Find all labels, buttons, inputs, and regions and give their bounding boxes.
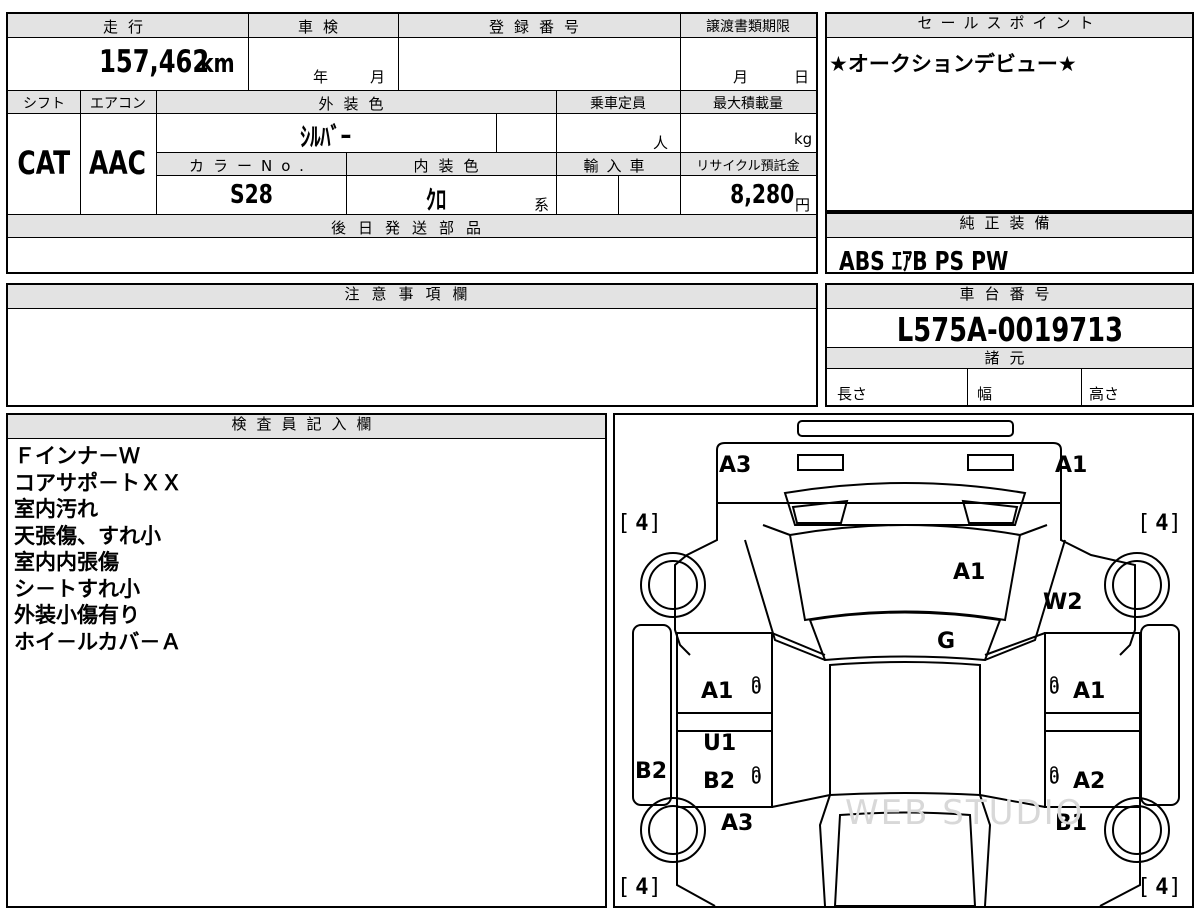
damage-label-front-left-corner: A3 — [719, 453, 752, 478]
header-import: 輸入車 — [583, 157, 653, 175]
inspector-notes: Ｆインナ－Ｗ コアサポ－トＸＸ 室内汚れ 天張傷、すれ小 室内内張傷 シ－トすれ… — [14, 443, 182, 655]
tire-tread-rear-right: [4] — [1137, 875, 1187, 900]
chassis-box: 車台番号 L575A-0019713 諸元 長さ 幅 高さ — [825, 283, 1194, 407]
vehicle-info-grid: 走行 車検 登録番号 譲渡書類期限 157,462km 年 月 月 日 シフト … — [6, 12, 818, 274]
header-later-parts: 後日発送部品 — [330, 219, 493, 237]
right-fog-lamp — [961, 499, 1019, 524]
front-grille-outline — [716, 442, 1062, 504]
damage-label-left-rear-door-a: U1 — [703, 731, 737, 756]
specs-header: 諸元 — [827, 347, 1192, 369]
damage-label-right-fender: W2 — [1043, 590, 1083, 615]
windshield — [808, 611, 1002, 662]
header-inspection: 車検 — [297, 18, 348, 36]
spec-length-label: 長さ — [837, 385, 868, 403]
header-interior-color: 内装色 — [413, 157, 489, 175]
inspection-month-unit: 月 — [370, 68, 386, 86]
header-max-load: 最大積載量 — [713, 96, 783, 112]
header-transfer-deadline: 譲渡書類期限 — [706, 19, 790, 35]
header-color-no: カラーNo. — [189, 157, 313, 175]
header-capacity: 乗車定員 — [590, 96, 646, 112]
left-fender-line — [744, 539, 826, 661]
tire-tread-front-left: [4] — [617, 511, 667, 536]
tire-tread-rear-left: [4] — [617, 875, 667, 900]
aircon-value: AAC — [89, 144, 147, 182]
right-rocker-panel — [1140, 624, 1180, 806]
watermark: WEB STUDIO — [845, 793, 1085, 833]
color-no-value: S28 — [229, 180, 273, 210]
car-diagram-box: [4] [4] [4] [4] A3 A1 A1 G W2 A1 A1 U1 B… — [613, 413, 1194, 908]
inspector-box: 検査員記入欄 Ｆインナ－Ｗ コアサポ－トＸＸ 室内汚れ 天張傷、すれ小 室内内張… — [6, 413, 607, 908]
chassis-number: L575A-0019713 — [896, 310, 1123, 349]
factory-equipment-box: 純正装備 ABS ｴｱB PS PW — [825, 212, 1194, 277]
inspector-note-line: Ｆインナ－Ｗ — [14, 444, 140, 468]
shift-value: CAT — [17, 144, 71, 182]
inspection-year-unit: 年 — [313, 68, 329, 86]
spec-width-label: 幅 — [977, 385, 993, 403]
header-mileage: 走行 — [102, 18, 153, 36]
zero-mark: 0 — [1049, 767, 1060, 788]
recycle-value: 8,280 — [729, 180, 794, 210]
damage-label-front-right-corner: A1 — [1055, 453, 1088, 478]
tire-tread-front-right: [4] — [1137, 511, 1187, 536]
front-bumper-bar — [797, 420, 1014, 437]
right-headlight — [967, 454, 1014, 471]
sales-point-header: セールスポイント — [827, 14, 1192, 38]
left-side-molding — [676, 712, 773, 732]
zero-mark: 0 — [1049, 677, 1060, 698]
deadline-month-unit: 月 — [733, 68, 749, 86]
inspector-header: 検査員記入欄 — [8, 415, 605, 439]
notes-header: 注意事項欄 — [8, 285, 816, 309]
front-left-tire — [640, 552, 706, 618]
left-rear-pillar — [818, 794, 831, 906]
sales-point-box: セールスポイント ★オークションデビュー★ — [825, 12, 1194, 212]
front-left-hub — [648, 560, 698, 610]
damage-label-windshield: G — [937, 629, 956, 654]
rear-left-hub — [648, 805, 698, 855]
hood — [788, 524, 1022, 622]
factory-equipment-value: ABS ｴｱB PS PW — [839, 247, 1009, 277]
damage-label-left-pillar: B2 — [635, 759, 668, 784]
front-right-hub — [1112, 560, 1162, 610]
inspector-note-line: 室内汚れ — [14, 497, 98, 521]
deadline-day-unit: 日 — [794, 68, 810, 86]
header-registration-no: 登録番号 — [488, 18, 589, 36]
interior-color-suffix: 系 — [534, 196, 550, 214]
zero-mark: 0 — [751, 767, 762, 788]
header-aircon: エアコン — [90, 96, 146, 112]
damage-label-left-rear-door-b: B2 — [703, 769, 736, 794]
inspector-note-line: ホイ－ルカバ－Ａ — [14, 629, 182, 654]
damage-label-right-rear-door: A2 — [1073, 769, 1106, 794]
rear-left-tire — [640, 797, 706, 863]
damage-label-right-front-door: A1 — [1073, 679, 1106, 704]
inspector-note-line: シ－トすれ小 — [14, 576, 140, 601]
roof — [829, 661, 981, 797]
chassis-header: 車台番号 — [827, 285, 1192, 309]
inspector-note-line: 室内内張傷 — [14, 550, 119, 574]
capacity-unit: 人 — [653, 134, 669, 152]
left-headlight — [797, 454, 844, 471]
header-shift: シフト — [23, 96, 65, 112]
rear-right-hub — [1112, 805, 1162, 855]
spec-height-label: 高さ — [1089, 385, 1120, 403]
inspector-note-line: 外装小傷有り — [14, 603, 140, 627]
damage-label-left-rear-quarter: A3 — [721, 811, 754, 836]
damage-label-hood: A1 — [953, 560, 986, 585]
exterior-color-value: ｼﾙﾊﾞｰ — [300, 123, 352, 153]
zero-mark: 0 — [751, 677, 762, 698]
inspector-note-line: コアサポ－トＸＸ — [14, 470, 182, 495]
mileage-value: 157,462km — [99, 44, 235, 80]
recycle-unit: 円 — [795, 196, 811, 214]
factory-equipment-header: 純正装備 — [827, 214, 1192, 238]
interior-color-value: ｸﾛ — [425, 186, 447, 216]
header-recycle: リサイクル預託金 — [696, 159, 800, 174]
inspector-note-line: 天張傷、すれ小 — [14, 523, 161, 548]
notes-box: 注意事項欄 — [6, 283, 818, 407]
sales-point-text: ★オークションデビュー★ — [829, 52, 1077, 76]
front-right-tire — [1104, 552, 1170, 618]
left-fog-lamp — [791, 499, 849, 524]
max-load-unit: kg — [794, 130, 813, 148]
header-exterior-color: 外装色 — [318, 95, 394, 113]
damage-label-left-front-door: A1 — [701, 679, 734, 704]
right-side-molding — [1044, 712, 1141, 732]
